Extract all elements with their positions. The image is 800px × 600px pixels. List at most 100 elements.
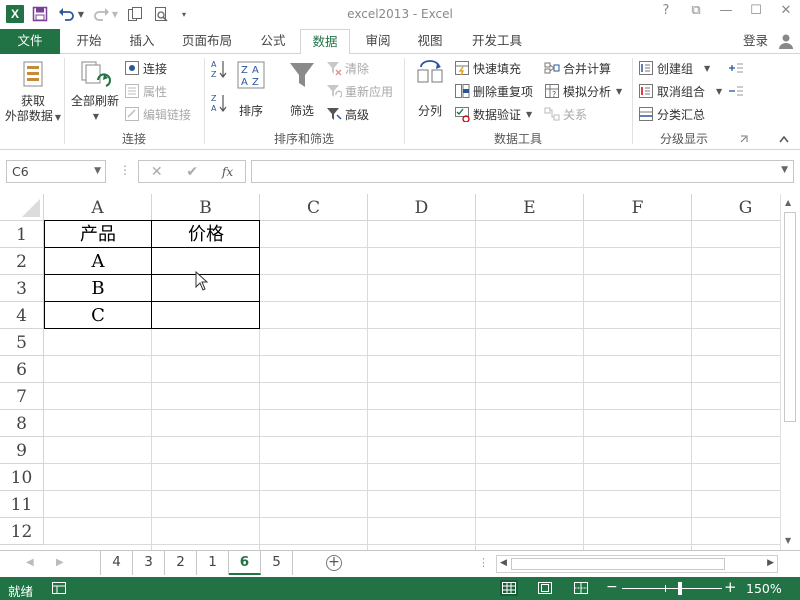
what-if-analysis-button[interactable]: ? 模拟分析 ▼ xyxy=(544,82,622,100)
column-header-b[interactable]: B xyxy=(152,194,260,221)
row-header-6[interactable]: 6 xyxy=(0,356,44,383)
hide-detail-button[interactable] xyxy=(728,82,744,100)
cancel-entry-button[interactable]: ✕ xyxy=(151,164,163,180)
tab-home[interactable]: 开始 xyxy=(66,29,112,54)
sort-a-to-z-button[interactable]: AZ xyxy=(210,60,228,79)
properties-button[interactable]: 属性 xyxy=(124,82,167,100)
tab-view[interactable]: 视图 xyxy=(408,29,452,54)
minimize-button[interactable]: — xyxy=(718,3,734,18)
next-sheet-icon[interactable]: ▶ xyxy=(56,557,64,568)
select-all-button[interactable] xyxy=(0,194,44,221)
tab-data[interactable]: 数据 xyxy=(300,29,350,55)
tab-split-handle[interactable]: ⋮ xyxy=(478,556,489,569)
scroll-left-icon[interactable]: ◀ xyxy=(500,558,507,568)
tab-insert[interactable]: 插入 xyxy=(118,29,166,54)
ribbon-display-options-button[interactable]: ⧉ xyxy=(688,3,704,18)
macro-record-icon[interactable] xyxy=(52,582,66,594)
help-button[interactable]: ? xyxy=(658,3,674,18)
formula-bar-resize-handle[interactable]: ⋮ xyxy=(119,163,131,177)
cell-a3[interactable]: B xyxy=(44,275,152,302)
row-header-10[interactable]: 10 xyxy=(0,464,44,491)
sheet-tab-2[interactable]: 2 xyxy=(165,551,197,575)
filter-button[interactable]: 筛选 xyxy=(282,60,322,119)
add-sheet-button[interactable]: + xyxy=(326,555,342,571)
sort-z-to-a-button[interactable]: ZA xyxy=(210,94,228,113)
scroll-right-icon[interactable]: ▶ xyxy=(767,558,774,568)
connections-button[interactable]: 连接 xyxy=(124,59,167,77)
row-header-11[interactable]: 11 xyxy=(0,491,44,518)
tab-review[interactable]: 审阅 xyxy=(356,29,400,54)
zoom-slider[interactable]: − + xyxy=(606,577,737,600)
ungroup-button[interactable]: 取消组合 ▼ xyxy=(638,82,722,100)
account-icon[interactable] xyxy=(778,33,794,49)
sheet-tab-6[interactable]: 6 xyxy=(229,551,261,575)
row-header-9[interactable]: 9 xyxy=(0,437,44,464)
row-header-2[interactable]: 2 xyxy=(0,248,44,275)
zoom-track[interactable] xyxy=(622,588,722,589)
page-layout-view-button[interactable] xyxy=(536,580,554,596)
edit-links-button[interactable]: 编辑链接 xyxy=(124,105,191,123)
column-header-c[interactable]: C xyxy=(260,194,368,221)
dialog-launcher-icon[interactable] xyxy=(740,135,748,143)
refresh-all-button[interactable]: 全部刷新 ▼ xyxy=(68,60,122,124)
cell-b1[interactable]: 价格 xyxy=(152,221,260,248)
consolidate-button[interactable]: 合并计算 xyxy=(544,59,611,77)
horizontal-scroll-thumb[interactable] xyxy=(511,558,725,570)
reapply-button[interactable]: 重新应用 xyxy=(326,82,393,100)
show-detail-button[interactable] xyxy=(728,59,744,77)
sheet-tab-5[interactable]: 5 xyxy=(261,551,293,575)
formula-input[interactable]: ▼ xyxy=(251,160,794,183)
row-header-12[interactable]: 12 xyxy=(0,518,44,545)
worksheet-grid[interactable]: A B C D E F G 1 2 3 4 5 6 7 8 9 10 11 12… xyxy=(0,194,780,550)
scroll-up-icon[interactable]: ▲ xyxy=(785,198,791,207)
maximize-button[interactable]: ☐ xyxy=(748,3,764,18)
column-header-g[interactable]: G xyxy=(692,194,780,221)
get-external-data-button[interactable]: 获取 外部数据 ▼ xyxy=(4,60,62,125)
row-header-5[interactable]: 5 xyxy=(0,329,44,356)
cell-b4[interactable] xyxy=(152,302,260,329)
tab-file[interactable]: 文件 xyxy=(0,29,60,54)
sheet-tab-1[interactable]: 1 xyxy=(197,551,229,575)
data-validation-button[interactable]: 数据验证 ▼ xyxy=(454,105,532,123)
chevron-down-icon[interactable]: ▼ xyxy=(94,161,101,182)
relationships-button[interactable]: 关系 xyxy=(544,105,587,123)
prev-sheet-icon[interactable]: ◀ xyxy=(26,557,34,568)
column-header-d[interactable]: D xyxy=(368,194,476,221)
column-header-a[interactable]: A xyxy=(44,194,152,221)
collapse-ribbon-icon[interactable] xyxy=(778,134,790,144)
zoom-in-button[interactable]: + xyxy=(724,578,737,596)
zoom-knob[interactable] xyxy=(678,582,683,595)
subtotal-button[interactable]: 分类汇总 xyxy=(638,105,705,123)
cell-a2[interactable]: A xyxy=(44,248,152,275)
column-header-f[interactable]: F xyxy=(584,194,692,221)
page-break-view-button[interactable] xyxy=(572,580,590,596)
row-header-7[interactable]: 7 xyxy=(0,383,44,410)
group-button[interactable]: 创建组 ▼ xyxy=(638,59,710,77)
vertical-scrollbar[interactable]: ▲ ▼ xyxy=(780,194,800,550)
tab-developer[interactable]: 开发工具 xyxy=(462,29,532,54)
sign-in-link[interactable]: 登录 xyxy=(743,29,768,53)
confirm-entry-button[interactable]: ✔ xyxy=(186,164,198,180)
text-to-columns-button[interactable]: 分列 xyxy=(410,60,450,119)
row-header-1[interactable]: 1 xyxy=(0,221,44,248)
insert-function-button[interactable]: fx xyxy=(222,165,233,179)
expand-formula-bar-icon[interactable]: ▼ xyxy=(781,165,788,175)
row-header-4[interactable]: 4 xyxy=(0,302,44,329)
name-box[interactable]: C6 ▼ xyxy=(6,160,106,183)
clear-filter-button[interactable]: 清除 xyxy=(326,59,369,77)
horizontal-scrollbar[interactable]: ◀ ▶ xyxy=(496,555,778,573)
zoom-level[interactable]: 150% xyxy=(746,581,782,596)
tab-page-layout[interactable]: 页面布局 xyxy=(172,29,242,54)
advanced-filter-button[interactable]: 高级 xyxy=(326,105,369,123)
sort-button[interactable]: ZAAZ 排序 xyxy=(234,60,268,119)
vertical-scroll-thumb[interactable] xyxy=(784,212,796,422)
column-header-e[interactable]: E xyxy=(476,194,584,221)
remove-duplicates-button[interactable]: 删除重复项 xyxy=(454,82,533,100)
sheet-tab-3[interactable]: 3 xyxy=(133,551,165,575)
row-header-3[interactable]: 3 xyxy=(0,275,44,302)
normal-view-button[interactable] xyxy=(500,580,518,596)
scroll-down-icon[interactable]: ▼ xyxy=(785,536,791,545)
row-header-8[interactable]: 8 xyxy=(0,410,44,437)
sheet-tab-4[interactable]: 4 xyxy=(101,551,133,575)
cell-a4[interactable]: C xyxy=(44,302,152,329)
